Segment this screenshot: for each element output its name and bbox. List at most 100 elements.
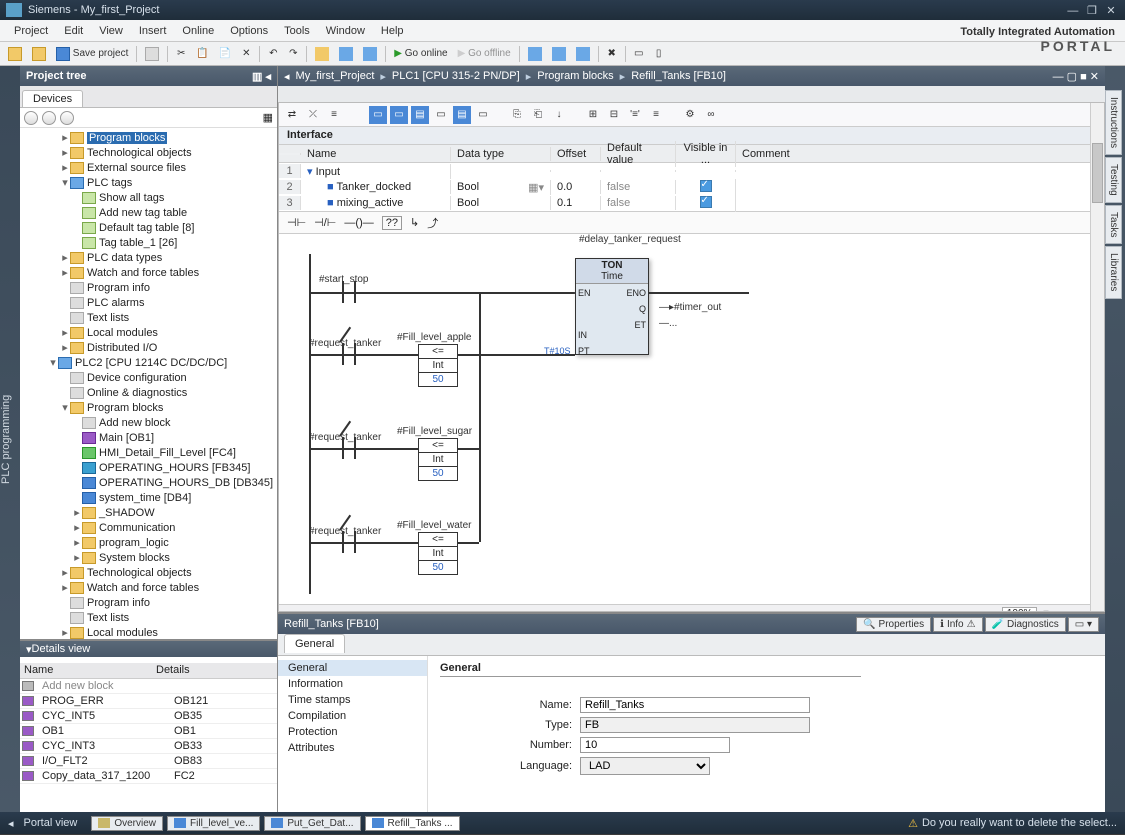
details-col-name[interactable]: Name: [20, 663, 152, 678]
tree-item[interactable]: ▸_SHADOW: [20, 505, 277, 520]
accessible-devices-button[interactable]: [524, 45, 546, 63]
ed-nav2[interactable]: ⤫: [304, 106, 322, 124]
tree-item[interactable]: ▸Technological objects: [20, 145, 277, 160]
interface-row-tanker[interactable]: 2 ■ Tanker_docked Bool ▦▾ 0.0 false: [279, 179, 1104, 195]
devices-tab[interactable]: Devices: [22, 90, 83, 107]
tree-item[interactable]: OPERATING_HOURS [FB345]: [20, 460, 277, 475]
tree-item[interactable]: OPERATING_HOURS_DB [DB345]: [20, 475, 277, 490]
ed-tool2[interactable]: ⎗: [529, 106, 547, 124]
tree-item[interactable]: Program info: [20, 595, 277, 610]
go-online-button[interactable]: ▶ Go online: [390, 45, 451, 63]
new-project-button[interactable]: [4, 45, 26, 63]
ed-tool8[interactable]: ⚙: [681, 106, 699, 124]
go-offline-button[interactable]: ▶ Go offline: [454, 45, 515, 63]
details-row[interactable]: PROG_ERROB121: [20, 694, 277, 709]
open-project-button[interactable]: [28, 45, 50, 63]
print-button[interactable]: [141, 45, 163, 63]
col-visible[interactable]: Visible in ...: [676, 141, 736, 167]
zoom-select[interactable]: 100%: [1002, 607, 1038, 612]
ed-tool4[interactable]: ⊞: [584, 106, 602, 124]
props-nav-info[interactable]: Information: [278, 676, 427, 692]
tree-item[interactable]: ▸System blocks: [20, 550, 277, 565]
stop-cpu-button[interactable]: [572, 45, 594, 63]
contact-start-stop[interactable]: [334, 281, 364, 303]
props-collapse-icon[interactable]: ▭ ▾: [1068, 617, 1099, 632]
props-nav-attributes[interactable]: Attributes: [278, 740, 427, 756]
ed-tool1[interactable]: ⎘: [508, 106, 526, 124]
ed-nav1[interactable]: ⇄: [283, 106, 301, 124]
copy-button[interactable]: 📋: [192, 45, 212, 63]
status-tab-refill[interactable]: Refill_Tanks ...: [365, 816, 460, 831]
menu-edit[interactable]: Edit: [56, 25, 91, 37]
window-button[interactable]: ❐: [1084, 4, 1100, 17]
tree-item[interactable]: Add new tag table: [20, 205, 277, 220]
ed-insert4[interactable]: ▭: [432, 106, 450, 124]
minimize-button[interactable]: —: [1065, 5, 1081, 17]
start-cpu-button[interactable]: [548, 45, 570, 63]
redo-button[interactable]: ↷: [284, 45, 302, 63]
tree-item[interactable]: PLC alarms: [20, 295, 277, 310]
left-dock-strip[interactable]: PLC programming: [0, 66, 20, 812]
tree-item[interactable]: Show all tags: [20, 190, 277, 205]
tree-item[interactable]: system_time [DB4]: [20, 490, 277, 505]
tree-item[interactable]: ▾PLC tags: [20, 175, 277, 190]
lad-branch-close[interactable]: ⤴: [427, 215, 438, 231]
status-tab-overview[interactable]: Overview: [91, 816, 163, 831]
details-row[interactable]: I/O_FLT2OB83: [20, 754, 277, 769]
menu-insert[interactable]: Insert: [131, 25, 175, 37]
diagnostics-tab[interactable]: 🧪Diagnostics: [985, 617, 1066, 632]
lad-contact-nc[interactable]: ⊣/⊢: [314, 216, 336, 229]
portal-view-icon[interactable]: ◂: [8, 817, 14, 830]
testing-tab[interactable]: Testing: [1105, 157, 1122, 203]
lad-contact-no[interactable]: ⊣⊢: [287, 216, 306, 229]
menu-help[interactable]: Help: [373, 25, 412, 37]
lad-branch-open[interactable]: ↳: [410, 216, 419, 229]
compile-button[interactable]: [311, 45, 333, 63]
tree-item[interactable]: Main [OB1]: [20, 430, 277, 445]
download-button[interactable]: [335, 45, 357, 63]
ton-box[interactable]: TONTime EN ENO IN Q ET T#10S PT: [575, 258, 649, 355]
instructions-tab[interactable]: Instructions: [1105, 90, 1122, 155]
ed-insert3[interactable]: ▤: [411, 106, 429, 124]
tree-item[interactable]: ▸program_logic: [20, 535, 277, 550]
tree-nav2[interactable]: [42, 111, 56, 125]
portal-view-link[interactable]: Portal view: [24, 817, 78, 829]
details-row[interactable]: OB1OB1: [20, 724, 277, 739]
tree-item[interactable]: ▾Program blocks: [20, 400, 277, 415]
tree-item[interactable]: ▸Local modules: [20, 325, 277, 340]
details-col-details[interactable]: Details: [152, 663, 242, 678]
properties-tab[interactable]: 🔍Properties: [856, 617, 931, 632]
tree-item[interactable]: Default tag table [8]: [20, 220, 277, 235]
menu-window[interactable]: Window: [318, 25, 373, 37]
ed-insert2[interactable]: ▭: [390, 106, 408, 124]
tasks-tab[interactable]: Tasks: [1105, 205, 1122, 245]
general-tab[interactable]: General: [284, 634, 345, 653]
tree-item[interactable]: ▸Program blocks: [20, 130, 277, 145]
lad-box[interactable]: ??: [382, 216, 402, 230]
ed-tool5[interactable]: ⊟: [605, 106, 623, 124]
col-default[interactable]: Default value: [601, 141, 676, 167]
cmp-water[interactable]: <=Int50: [418, 532, 458, 575]
split-h-button[interactable]: ▭: [630, 45, 648, 63]
undo-button[interactable]: ↶: [264, 45, 282, 63]
visible-checkbox[interactable]: [700, 196, 712, 208]
status-tab-fill[interactable]: Fill_level_ve...: [167, 816, 260, 831]
tree-item[interactable]: ▸Communication: [20, 520, 277, 535]
props-nav-compilation[interactable]: Compilation: [278, 708, 427, 724]
menu-tools[interactable]: Tools: [276, 25, 318, 37]
tree-item[interactable]: Online & diagnostics: [20, 385, 277, 400]
delete-button[interactable]: ✕: [237, 45, 255, 63]
contact-req-1[interactable]: [334, 343, 364, 365]
cmp-sugar[interactable]: <=Int50: [418, 438, 458, 481]
ed-insert6[interactable]: ▭: [474, 106, 492, 124]
ed-insert5[interactable]: ▤: [453, 106, 471, 124]
tree-view-icon[interactable]: ▦: [263, 111, 273, 124]
contact-req-2[interactable]: [334, 437, 364, 459]
close-button[interactable]: ✕: [1103, 4, 1119, 17]
status-tab-putget[interactable]: Put_Get_Dat...: [264, 816, 360, 831]
collapse-tree-icon[interactable]: ▥ ◂: [252, 70, 271, 83]
menu-view[interactable]: View: [91, 25, 131, 37]
menu-options[interactable]: Options: [222, 25, 276, 37]
tree-item[interactable]: ▸External source files: [20, 160, 277, 175]
tree-nav3[interactable]: [60, 111, 74, 125]
